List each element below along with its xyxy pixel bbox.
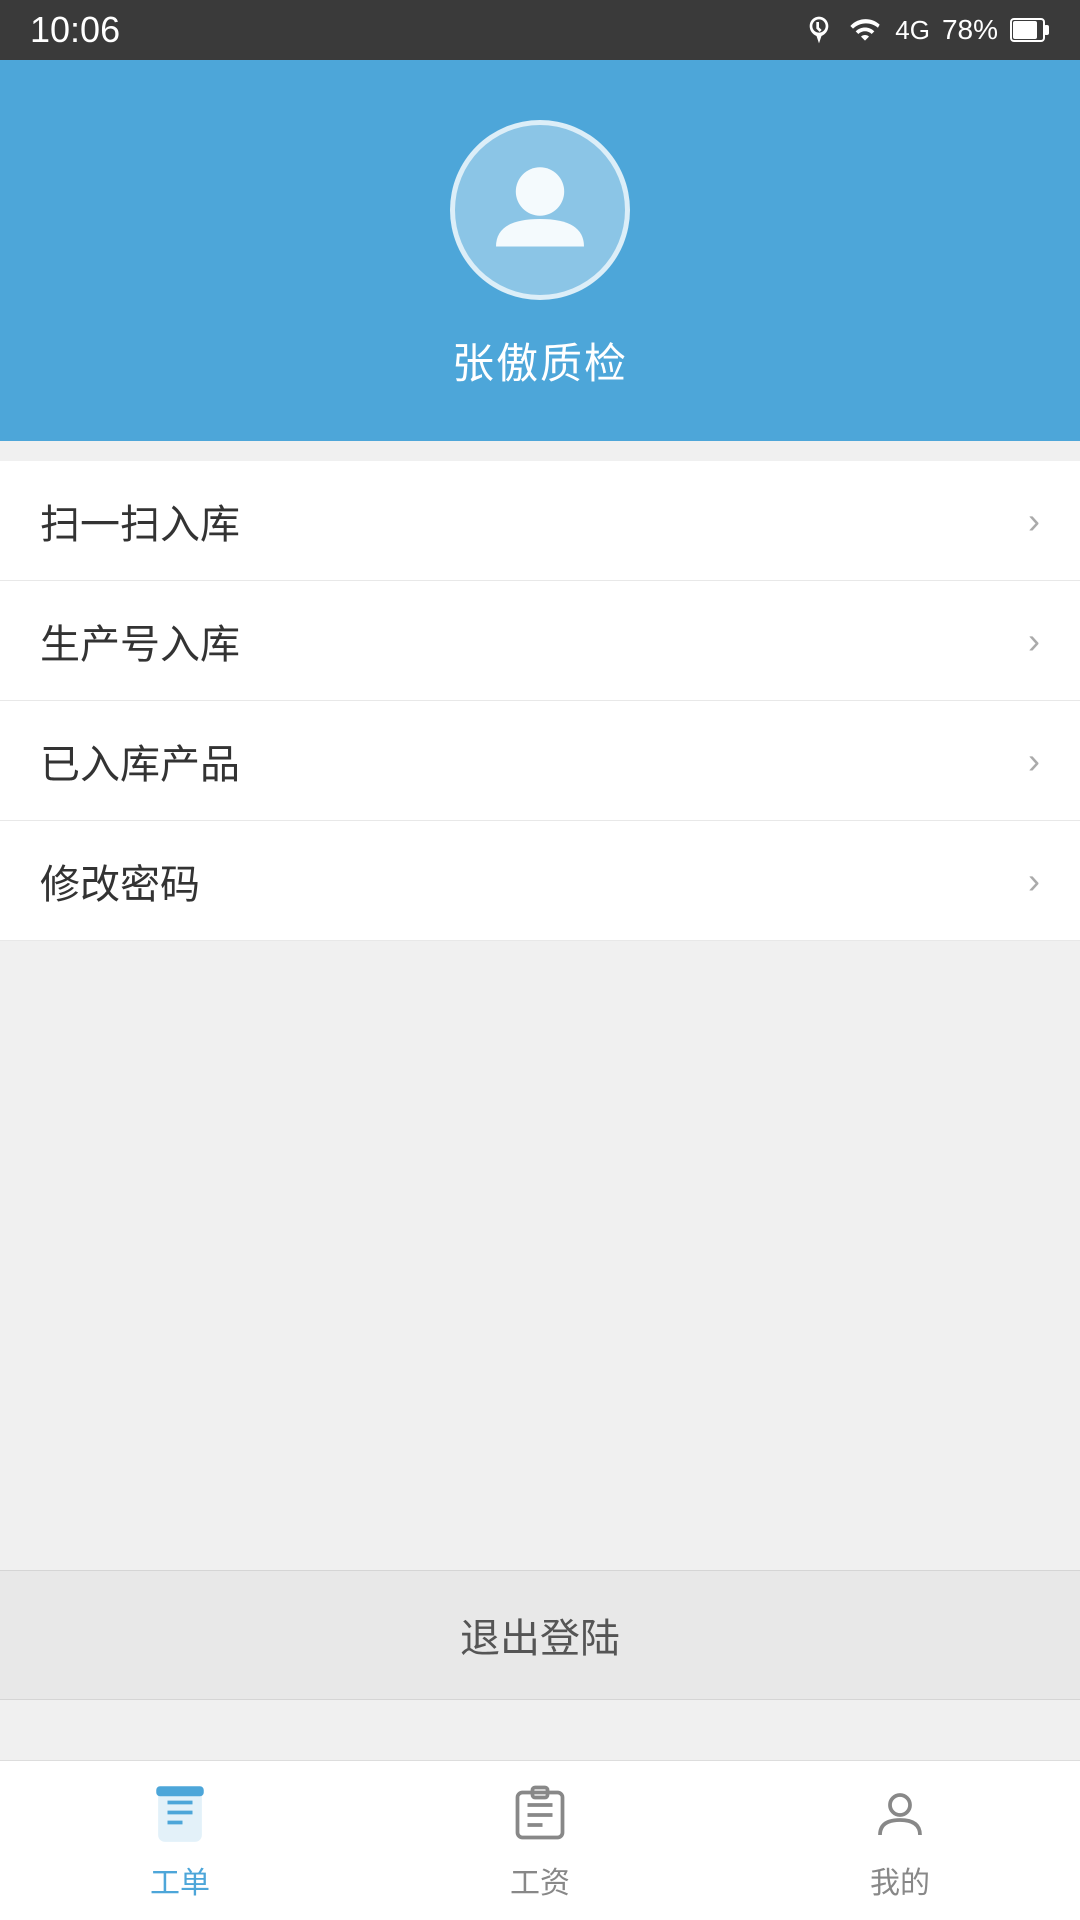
- nav-item-salary[interactable]: 工资: [360, 1765, 720, 1917]
- battery-text: 78%: [942, 14, 998, 46]
- logout-button[interactable]: 退出登陆: [0, 1570, 1080, 1700]
- status-icons: 4G 78%: [803, 14, 1050, 46]
- bottom-nav: 工单 工资 我的: [0, 1760, 1080, 1920]
- content-spacer: [0, 941, 1080, 1570]
- menu-item-scan-inbound[interactable]: 扫一扫入库 ›: [0, 461, 1080, 581]
- mine-icon: [865, 1780, 935, 1850]
- menu-item-inbounded-products[interactable]: 已入库产品 ›: [0, 701, 1080, 821]
- signal-text: 4G: [895, 15, 930, 46]
- menu-item-production-inbound[interactable]: 生产号入库 ›: [0, 581, 1080, 701]
- avatar: [450, 120, 630, 300]
- chevron-right-icon: ›: [1028, 500, 1040, 542]
- profile-header: 张傲质检: [0, 60, 1080, 441]
- status-time: 10:06: [30, 9, 120, 51]
- status-bar: 10:06 4G 78%: [0, 0, 1080, 60]
- alarm-icon: [803, 14, 835, 46]
- nav-label-salary: 工资: [510, 1858, 570, 1902]
- menu-item-label-inbounded-products: 已入库产品: [40, 732, 240, 790]
- menu-item-label-production-inbound: 生产号入库: [40, 612, 240, 670]
- salary-icon: [505, 1780, 575, 1850]
- nav-item-work-order[interactable]: 工单: [0, 1765, 360, 1917]
- work-order-icon: [145, 1780, 215, 1850]
- chevron-right-icon: ›: [1028, 620, 1040, 662]
- section-separator: [0, 441, 1080, 461]
- logout-label: 退出登陆: [460, 1606, 620, 1664]
- wifi-icon: [847, 14, 883, 46]
- nav-label-mine: 我的: [870, 1858, 930, 1902]
- menu-item-change-password[interactable]: 修改密码 ›: [0, 821, 1080, 941]
- nav-label-work-order: 工单: [150, 1858, 210, 1902]
- bottom-spacer: [0, 1700, 1080, 1760]
- avatar-icon: [485, 153, 595, 268]
- nav-item-mine[interactable]: 我的: [720, 1765, 1080, 1917]
- profile-name: 张傲质检: [452, 330, 628, 391]
- menu-list: 扫一扫入库 › 生产号入库 › 已入库产品 › 修改密码 ›: [0, 461, 1080, 941]
- battery-icon: [1010, 16, 1050, 44]
- menu-item-label-change-password: 修改密码: [40, 852, 200, 910]
- menu-item-label-scan-inbound: 扫一扫入库: [40, 492, 240, 550]
- chevron-right-icon: ›: [1028, 860, 1040, 902]
- chevron-right-icon: ›: [1028, 740, 1040, 782]
